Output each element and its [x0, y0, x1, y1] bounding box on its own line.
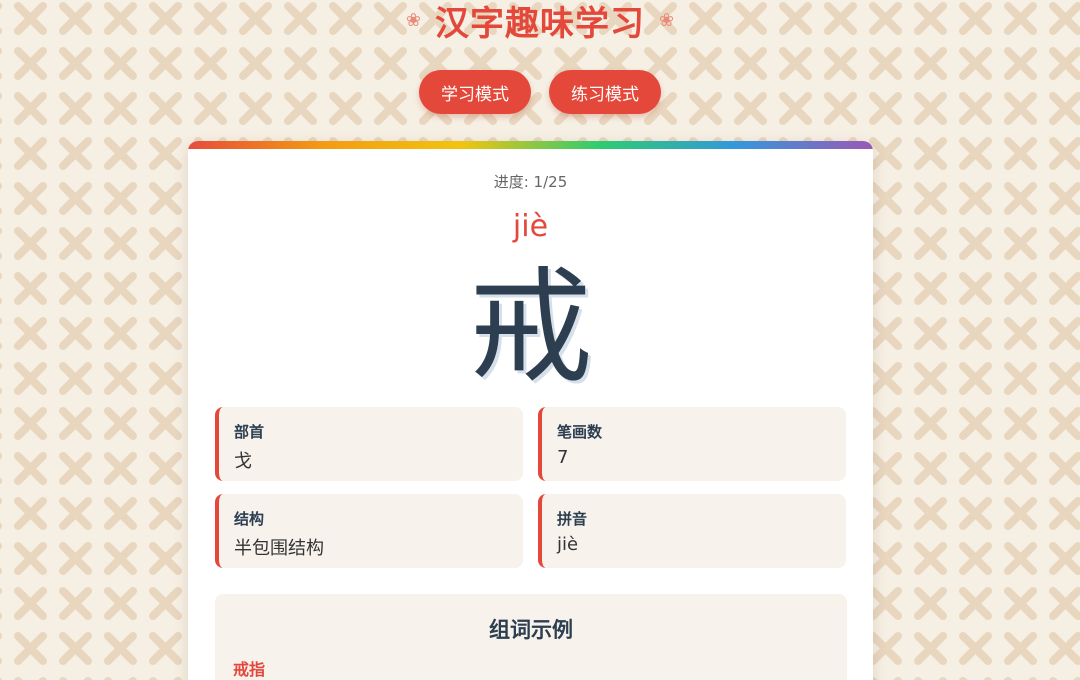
rainbow-bar — [188, 141, 873, 149]
info-strokes: 笔画数 7 — [538, 407, 846, 481]
info-value: 7 — [557, 447, 569, 468]
info-value: 半包围结构 — [234, 538, 324, 559]
info-structure: 结构 半包围结构 — [215, 494, 523, 568]
learn-mode-button[interactable]: 学习模式 — [419, 70, 531, 114]
page-title: 汉字趣味学习 — [435, 4, 645, 44]
info-label: 拼音 — [557, 510, 588, 528]
info-value: 戈 — [234, 451, 252, 472]
mode-switcher: 学习模式 练习模式 — [0, 70, 1080, 114]
flower-icon: ❀ — [405, 10, 421, 31]
word-item: 戒指 — [233, 660, 266, 679]
info-value: jiè — [557, 534, 579, 555]
info-radical: 部首 戈 — [215, 407, 523, 481]
progress-text: 进度: 1/25 — [493, 173, 568, 191]
info-label: 结构 — [234, 510, 265, 528]
word-examples: 组词示例 戒指 — [215, 594, 847, 680]
info-label: 部首 — [234, 423, 265, 441]
info-label: 笔画数 — [557, 423, 603, 441]
word-examples-title: 组词示例 — [489, 618, 573, 642]
title-row: ❀ 汉字趣味学习 ❀ — [0, 0, 1080, 45]
info-pinyin: 拼音 jiè — [538, 494, 846, 568]
character-display: 戒 — [468, 256, 593, 400]
character-card: 进度: 1/25 jiè 戒 部首 戈 笔画数 7 结构 半包围结构 拼音 ji… — [188, 141, 873, 680]
practice-mode-button[interactable]: 练习模式 — [549, 70, 661, 114]
flower-icon: ❀ — [659, 10, 675, 31]
character-pinyin: jiè — [512, 209, 549, 244]
